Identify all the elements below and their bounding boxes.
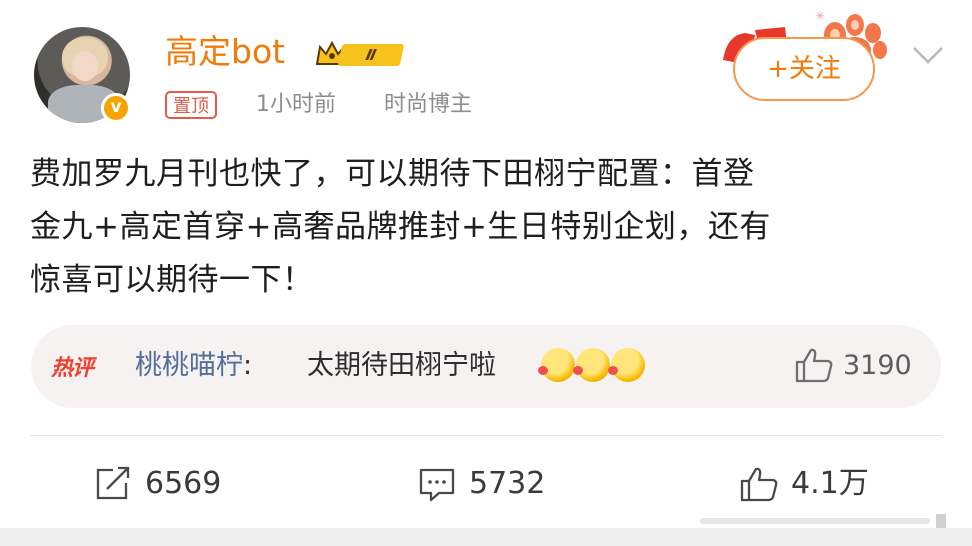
commenter-separator: :	[243, 350, 253, 381]
commenter-name[interactable]: 桃桃喵柠:	[135, 347, 252, 385]
level-badge: Ⅱ	[314, 39, 406, 69]
repost-count: 6569	[145, 466, 222, 501]
level-number: Ⅱ	[337, 44, 405, 66]
pinned-label: 置顶	[165, 91, 217, 119]
repost-icon	[96, 466, 130, 500]
thumbs-up-icon[interactable]	[794, 347, 834, 383]
hot-comment-tag: 热评	[51, 356, 94, 381]
like-count: 4.1万	[791, 466, 869, 501]
divider	[30, 435, 942, 436]
repost-button[interactable]: 6569	[93, 459, 253, 509]
hot-comment-text: 太期待田栩宁啦	[307, 350, 496, 381]
comment-icon	[419, 468, 455, 502]
like-button[interactable]: 4.1万	[739, 459, 899, 509]
kiss-emoji	[538, 348, 575, 382]
follow-button[interactable]: +关注	[733, 37, 875, 101]
kiss-emoji	[573, 348, 610, 382]
kiss-emoji	[608, 348, 645, 382]
thumbs-up-icon	[740, 467, 778, 502]
comment-count: 5732	[469, 466, 546, 501]
post-text: 费加罗九月刊也快了，可以期待下田栩宁配置：首登 金九+高定首穿+高奢品牌推封+生…	[30, 156, 771, 298]
verified-icon: v	[101, 93, 131, 123]
scroll-indicator	[700, 514, 946, 528]
post-time: 1小时前	[256, 92, 336, 117]
chevron-down-icon[interactable]	[908, 40, 948, 70]
svg-text:✳: ✳	[815, 9, 825, 23]
username[interactable]: 高定bot	[165, 30, 285, 74]
user-role: 时尚博主	[384, 92, 473, 117]
avatar-face	[72, 51, 98, 81]
comment-button[interactable]: 5732	[417, 459, 577, 509]
commenter-name-text: 桃桃喵柠	[135, 350, 243, 381]
hot-comment-like-count: 3190	[843, 350, 912, 381]
bottom-band	[0, 528, 972, 546]
hot-comment[interactable]: 热评 桃桃喵柠: 太期待田栩宁啦 3190	[31, 325, 941, 408]
